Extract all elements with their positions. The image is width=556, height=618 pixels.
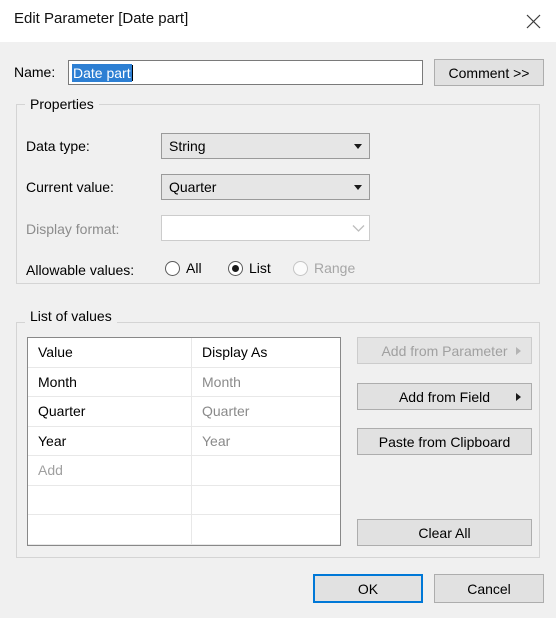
- column-header-display-as: Display As: [202, 344, 268, 361]
- cell-value-empty[interactable]: [28, 515, 192, 544]
- table-row[interactable]: Month Month: [28, 367, 340, 397]
- data-type-label: Data type:: [26, 138, 90, 154]
- cell-display-as-empty[interactable]: [192, 515, 340, 544]
- radio-label-all: All: [186, 260, 202, 276]
- values-table[interactable]: Value Display As Month Month Quarter Qua…: [27, 337, 341, 546]
- cell-value-empty[interactable]: [28, 485, 192, 514]
- table-row-empty[interactable]: [28, 485, 340, 515]
- allowable-values-label: Allowable values:: [26, 262, 135, 278]
- table-header-row: Value Display As: [28, 338, 340, 368]
- cell-value[interactable]: Quarter: [28, 397, 192, 426]
- table-row[interactable]: Year Year: [28, 426, 340, 456]
- table-row-empty[interactable]: [28, 515, 340, 545]
- chevron-down-glyph: [352, 224, 364, 232]
- clear-all-button[interactable]: Clear All: [357, 519, 532, 546]
- cell-display-as-empty[interactable]: [192, 486, 340, 515]
- ok-button[interactable]: OK: [313, 574, 423, 603]
- add-from-field-label: Add from Field: [398, 388, 491, 405]
- current-value-label: Current value:: [26, 179, 114, 195]
- data-type-select[interactable]: String: [161, 133, 370, 159]
- cell-display-as-empty[interactable]: [192, 545, 340, 546]
- paste-from-clipboard-label: Paste from Clipboard: [378, 433, 511, 450]
- radio-icon: [165, 260, 180, 276]
- clear-all-label: Clear All: [418, 524, 471, 541]
- chevron-down-icon: [347, 143, 369, 149]
- radio-allowable-all[interactable]: All: [165, 260, 202, 276]
- display-format-label: Display format:: [26, 221, 120, 237]
- radio-label-list: List: [249, 260, 271, 276]
- cell-display-as[interactable]: Year: [192, 427, 340, 456]
- radio-label-range: Range: [314, 260, 356, 276]
- current-value-select[interactable]: Quarter: [161, 174, 370, 200]
- window-title: Edit Parameter [Date part]: [14, 10, 189, 27]
- properties-legend: Properties: [25, 96, 99, 112]
- comment-button[interactable]: Comment >>: [434, 59, 544, 86]
- cell-add-placeholder[interactable]: Add: [28, 456, 192, 485]
- cell-value[interactable]: Month: [28, 367, 192, 396]
- add-from-field-button[interactable]: Add from Field: [357, 383, 532, 410]
- column-header-value: Value: [28, 338, 192, 367]
- paste-from-clipboard-button[interactable]: Paste from Clipboard: [357, 428, 532, 455]
- current-value-value: Quarter: [169, 179, 217, 195]
- title-bar: Edit Parameter [Date part]: [0, 0, 556, 43]
- radio-allowable-list[interactable]: List: [228, 260, 271, 276]
- cell-value-empty[interactable]: [28, 544, 192, 545]
- name-input[interactable]: Date part: [68, 60, 423, 85]
- radio-allowable-range: Range: [293, 260, 355, 276]
- cell-value[interactable]: Year: [28, 426, 192, 455]
- table-row-add[interactable]: Add: [28, 456, 340, 486]
- radio-selected-icon: [228, 260, 243, 276]
- cancel-button[interactable]: Cancel: [434, 574, 544, 603]
- cell-display-as-empty[interactable]: [192, 456, 340, 485]
- chevron-down-icon: [347, 184, 369, 190]
- chevron-down-icon: [347, 224, 369, 233]
- close-icon: [526, 14, 540, 28]
- add-from-parameter-label: Add from Parameter: [381, 342, 508, 359]
- close-button[interactable]: [510, 0, 556, 42]
- name-label: Name:: [14, 64, 56, 80]
- name-input-value: Date part: [72, 63, 132, 82]
- table-row[interactable]: Quarter Quarter: [28, 397, 340, 427]
- list-of-values-legend: List of values: [25, 308, 117, 324]
- submenu-arrow-icon: [516, 392, 521, 401]
- radio-disabled-icon: [293, 260, 308, 276]
- table-row-empty[interactable]: [28, 544, 340, 546]
- cell-display-as[interactable]: Month: [192, 368, 340, 397]
- cell-display-as[interactable]: Quarter: [192, 397, 340, 426]
- add-from-parameter-button: Add from Parameter: [357, 337, 532, 364]
- submenu-arrow-icon: [516, 346, 521, 355]
- display-format-select: [161, 215, 370, 241]
- data-type-value: String: [169, 138, 206, 154]
- text-caret: [131, 64, 133, 81]
